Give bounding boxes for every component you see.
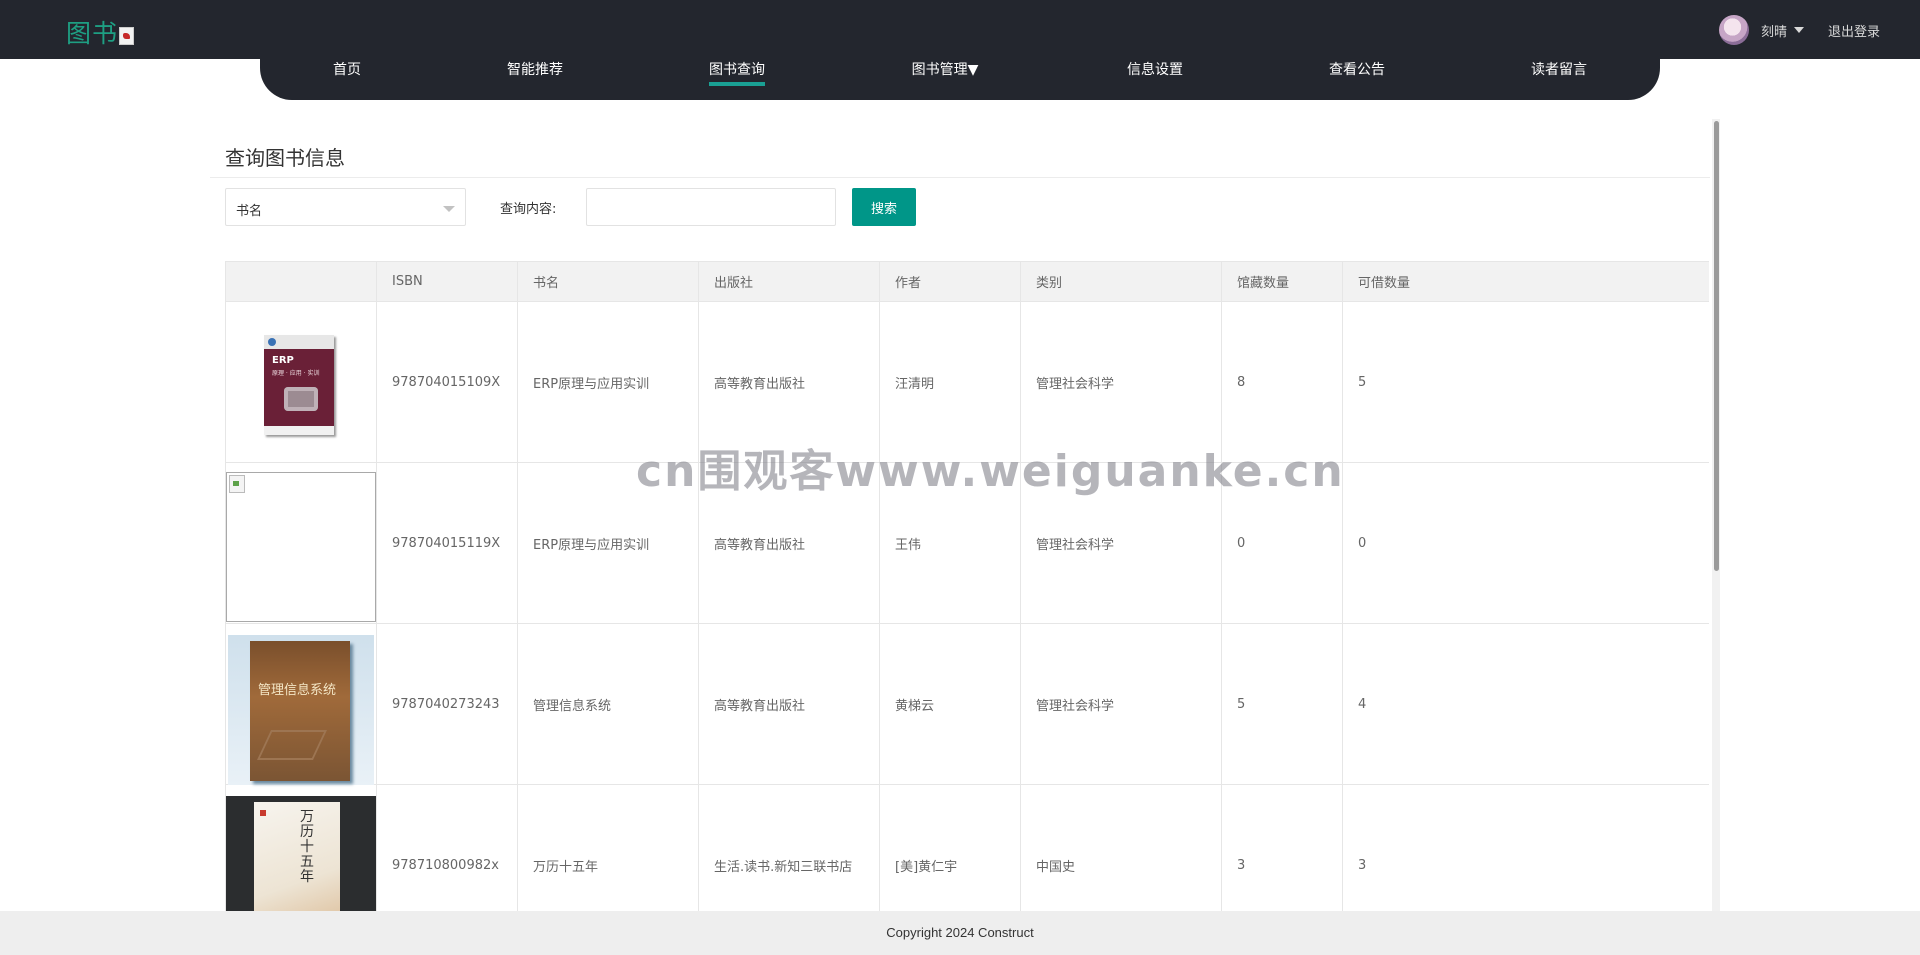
book-cover-image	[226, 468, 376, 622]
cover-cell: 万历十五年	[225, 784, 377, 911]
category-cell: 管理社会科学	[1020, 623, 1222, 785]
cover-band	[264, 335, 334, 349]
title-cell: 万历十五年	[517, 784, 699, 911]
query-label: 查询内容:	[500, 202, 557, 217]
nav-item-book-manage[interactable]: 图书管理▼	[912, 58, 979, 100]
book-table: ISBN 书名 出版社 作者 类别 馆藏数量 可借数量 ERP 原理 · 应用 …	[225, 261, 1709, 911]
chevron-down-icon[interactable]	[1793, 27, 1804, 33]
column-header-category: 类别	[1020, 261, 1222, 302]
nav-item-settings[interactable]: 信息设置	[1127, 58, 1183, 100]
book-cover-image: 管理信息系统	[226, 629, 376, 785]
cover-seal	[260, 810, 266, 816]
column-header-available: 可借数量	[1342, 261, 1709, 302]
author-cell: [美]黄仁宇	[879, 784, 1021, 911]
available-cell: 0	[1342, 462, 1709, 624]
title-cell: 管理信息系统	[517, 623, 699, 785]
divider	[210, 177, 1710, 178]
available-cell: 3	[1342, 784, 1709, 911]
category-cell: 中国史	[1020, 784, 1222, 911]
scrollbar-thumb[interactable]	[1714, 121, 1719, 571]
column-header-isbn: ISBN	[376, 261, 518, 302]
search-field-select[interactable]: 书名	[225, 188, 466, 226]
chevron-down-icon	[443, 206, 455, 212]
erp-cover: ERP 原理 · 应用 · 实训	[264, 335, 334, 435]
page-title: 查询图书信息	[225, 146, 345, 170]
search-input[interactable]	[586, 188, 836, 226]
cover-subtitle: 原理 · 应用 · 实训	[272, 370, 320, 377]
wanli-cover: 万历十五年	[226, 796, 376, 911]
cover-band	[264, 426, 334, 435]
nav-item-label: 图书查询	[709, 62, 765, 78]
book-table-wrapper: ISBN 书名 出版社 作者 类别 馆藏数量 可借数量 ERP 原理 · 应用 …	[225, 261, 1709, 911]
nav-item-book-search[interactable]: 图书查询	[709, 58, 765, 100]
cover-book	[250, 641, 350, 781]
select-value: 书名	[236, 204, 263, 219]
book-cover-image: 万历十五年	[226, 790, 376, 911]
column-header-title: 书名	[517, 261, 699, 302]
nav-item-messages[interactable]: 读者留言	[1531, 58, 1587, 100]
column-header-author: 作者	[879, 261, 1021, 302]
cover-cell: 管理信息系统	[225, 623, 377, 785]
nav-item-recommend[interactable]: 智能推荐	[507, 58, 563, 100]
isbn-cell: 978704015109X	[376, 301, 518, 463]
footer: Copyright 2024 Construct	[0, 911, 1920, 955]
cover-cell	[225, 462, 377, 624]
publisher-cell: 高等教育出版社	[698, 623, 880, 785]
stock-cell: 5	[1221, 623, 1343, 785]
cover-book	[254, 802, 340, 911]
isbn-cell: 9787040273243	[376, 623, 518, 785]
column-header-publisher: 出版社	[698, 261, 880, 302]
logout-link[interactable]: 退出登录	[1828, 21, 1880, 40]
table-row[interactable]: 万历十五年 978710800982x 万历十五年 生活.读书.新知三联书店 […	[225, 784, 1709, 911]
watermark: cn围观客www.weiguanke.cn	[636, 446, 1345, 497]
cover-title: 管理信息系统	[258, 683, 337, 698]
nav-item-home[interactable]: 首页	[333, 58, 361, 100]
nav-item-notices[interactable]: 查看公告	[1329, 58, 1385, 100]
column-header-cover	[225, 261, 377, 302]
table-row[interactable]: 管理信息系统 9787040273243 管理信息系统 高等教育出版社 黄梯云 …	[225, 623, 1709, 785]
isbn-cell: 978704015119X	[376, 462, 518, 624]
top-header: 图书 刻晴 退出登录	[0, 0, 1920, 59]
active-underline	[709, 82, 765, 86]
available-cell: 4	[1342, 623, 1709, 785]
avatar[interactable]	[1718, 15, 1749, 45]
mis-cover: 管理信息系统	[228, 635, 374, 785]
broken-image-icon	[226, 472, 376, 622]
stock-cell: 3	[1221, 784, 1343, 911]
user-area: 刻晴 退出登录	[1718, 14, 1880, 46]
brand-logo-text[interactable]: 图书	[66, 14, 118, 50]
publisher-cell: 生活.读书.新知三联书店	[698, 784, 880, 911]
available-cell: 5	[1342, 301, 1709, 463]
main-nav: 首页 智能推荐 图书查询 图书管理▼ 信息设置 查看公告 读者留言	[260, 58, 1660, 100]
search-button[interactable]: 搜索	[852, 188, 916, 226]
cover-title: ERP	[272, 355, 294, 366]
table-header-row: ISBN 书名 出版社 作者 类别 馆藏数量 可借数量	[225, 261, 1709, 302]
brand-image-icon	[119, 27, 134, 45]
cover-title: 万历十五年	[300, 809, 314, 885]
user-name[interactable]: 刻晴	[1761, 21, 1787, 40]
copyright-text: Copyright 2024 Construct	[886, 925, 1034, 940]
book-cover-image: ERP 原理 · 应用 · 实训	[226, 307, 376, 457]
column-header-stock: 馆藏数量	[1221, 261, 1343, 302]
cover-cell: ERP 原理 · 应用 · 实训	[225, 301, 377, 463]
isbn-cell: 978710800982x	[376, 784, 518, 911]
author-cell: 黄梯云	[879, 623, 1021, 785]
cover-graphic	[284, 387, 318, 411]
